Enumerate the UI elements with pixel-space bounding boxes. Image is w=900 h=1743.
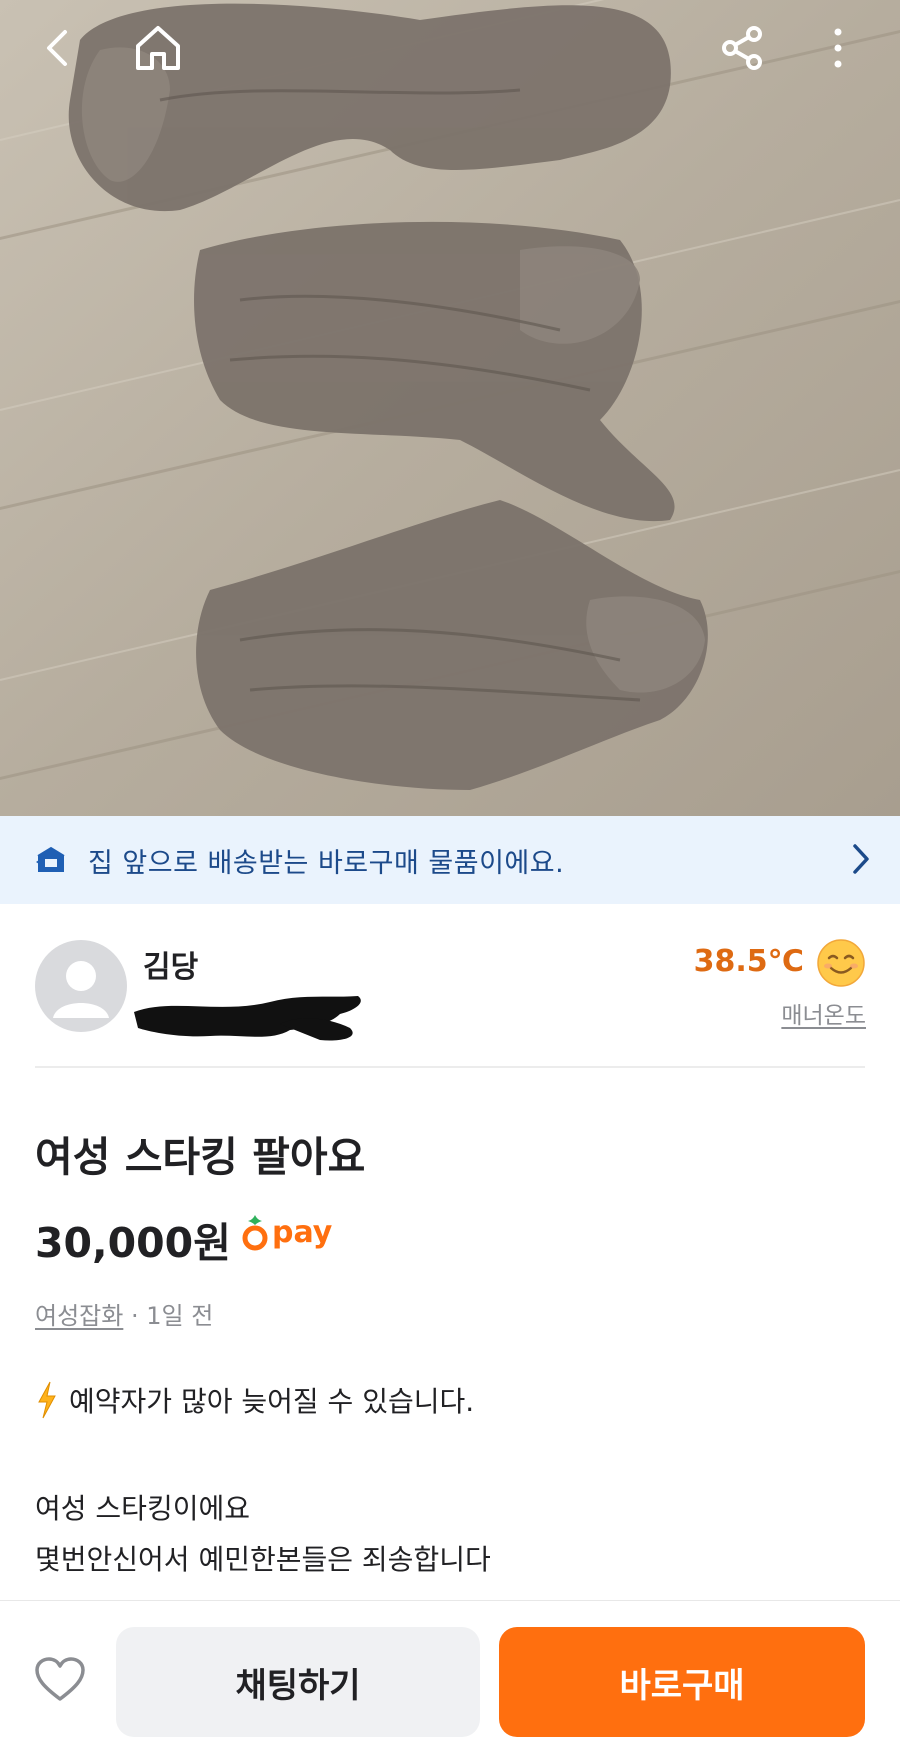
carrot-pay-icon bbox=[242, 1215, 268, 1251]
more-button[interactable] bbox=[806, 16, 870, 80]
buy-now-button[interactable]: 바로구매 bbox=[499, 1627, 865, 1737]
seller-name: 김당 bbox=[143, 950, 199, 985]
home-icon bbox=[136, 26, 180, 70]
more-vertical-icon bbox=[834, 28, 842, 68]
item-price: 30,000원 bbox=[35, 1219, 231, 1267]
manner-temperature: 38.5℃ bbox=[693, 944, 804, 979]
description-line: 몇번안신어서 예민한본들은 죄송합니다 bbox=[35, 1543, 491, 1576]
divider bbox=[35, 1066, 865, 1068]
back-arrow-icon bbox=[47, 30, 67, 66]
manner-temperature-link[interactable]: 매너온도 bbox=[781, 996, 866, 1030]
back-button[interactable] bbox=[26, 16, 90, 80]
share-icon bbox=[722, 26, 762, 70]
item-title: 여성 스타킹 팔아요 bbox=[35, 1133, 366, 1181]
description-line: 여성 스타킹이에요 bbox=[35, 1492, 250, 1525]
reservation-notice-text: 예약자가 많아 늦어질 수 있습니다. bbox=[69, 1385, 475, 1418]
chat-button[interactable]: 채팅하기 bbox=[116, 1627, 480, 1737]
chevron-right-icon bbox=[853, 844, 869, 874]
reservation-notice: 예약자가 많아 늦어질 수 있습니다. bbox=[35, 1380, 474, 1420]
delivery-banner[interactable]: 집 앞으로 배송받는 바로구매 물품이에요. bbox=[0, 816, 900, 904]
scroll-fade bbox=[0, 1580, 900, 1602]
stockings-photo bbox=[0, 0, 900, 816]
bottom-action-bar: 채팅하기 바로구매 bbox=[0, 1600, 900, 1743]
share-button[interactable] bbox=[710, 16, 774, 80]
home-button[interactable] bbox=[126, 16, 190, 80]
smiling-face-icon bbox=[817, 939, 865, 987]
delivery-box-icon bbox=[36, 846, 65, 872]
product-photo[interactable] bbox=[0, 0, 900, 816]
pay-label: pay bbox=[272, 1214, 333, 1250]
redaction-scribble bbox=[134, 996, 361, 1041]
category-link[interactable]: 여성잡화 bbox=[35, 1302, 123, 1330]
avatar[interactable] bbox=[35, 940, 127, 1032]
lightning-icon bbox=[38, 1381, 56, 1419]
item-meta: 여성잡화 · 1일 전 bbox=[35, 1296, 213, 1331]
time-ago: · 1일 전 bbox=[123, 1302, 214, 1330]
top-navigation-bar bbox=[0, 0, 900, 96]
default-avatar-icon bbox=[53, 961, 109, 1018]
seller-profile[interactable]: 김당 38.5℃ 매너온도 bbox=[0, 904, 900, 1066]
heart-icon[interactable] bbox=[34, 1657, 86, 1703]
delivery-banner-text: 집 앞으로 배송받는 바로구매 물품이에요. bbox=[88, 847, 565, 879]
carrot-pay-badge: pay bbox=[242, 1213, 332, 1251]
